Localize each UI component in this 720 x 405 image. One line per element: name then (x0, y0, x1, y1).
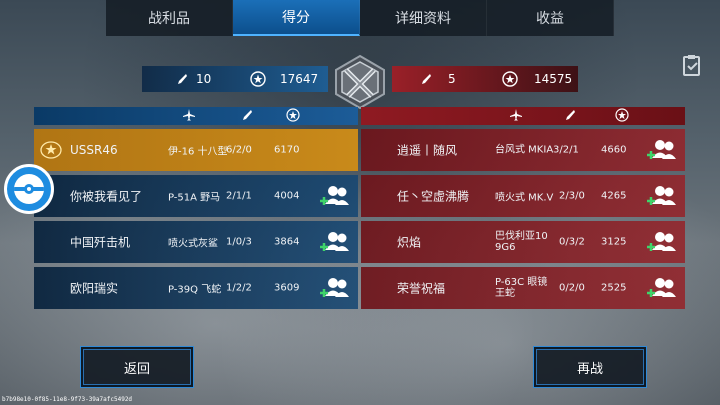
kda-icon (566, 110, 575, 120)
blue-team-summary: 10 17647 (142, 66, 328, 92)
plane-name: P-51A 野马 (168, 192, 221, 204)
rematch-button[interactable]: 再战 (533, 346, 647, 388)
player-avatar[interactable] (4, 164, 54, 214)
player-score: 4004 (274, 190, 300, 202)
red-team-panel: 逍遥丨随风 台风式 MKIA 3/2/1 4660 任丶空虚沸腾 喷火式 MK.… (361, 107, 685, 309)
pokeball-icon (14, 174, 44, 204)
blue-player-row[interactable]: 欧阳瑞实 P-39Q 飞蛇 1/2/2 3609 (34, 267, 358, 309)
red-kills: 5 (448, 72, 456, 86)
player-score: 4265 (601, 190, 627, 202)
result-tabs: 战利品 得分 详细资料 收益 (106, 0, 614, 36)
score-star-icon (286, 108, 300, 122)
player-name: 你被我看见了 (70, 189, 143, 204)
kills-icon (422, 74, 431, 84)
red-player-row[interactable]: 炽焰 巴伐利亚10 9G6 0/3/2 3125 (361, 221, 685, 263)
kda-value: 2/1/1 (226, 190, 252, 202)
player-name: USSR46 (70, 143, 118, 157)
tab-details[interactable]: 详细资料 (360, 0, 487, 36)
kda-value: 1/0/3 (226, 236, 252, 248)
blue-player-row[interactable]: 中国歼击机 喷火式灰鲨 1/0/3 3864 (34, 221, 358, 263)
add-friend-icon[interactable] (320, 276, 350, 300)
tab-loot[interactable]: 战利品 (106, 0, 233, 36)
blue-total-score: 17647 (280, 72, 319, 86)
crossed-swords-emblem-icon (335, 54, 385, 110)
plane-name: 台风式 MKIA (495, 144, 554, 156)
player-name: 荣誉祝福 (397, 281, 446, 296)
add-friend-icon[interactable] (320, 184, 350, 208)
player-score: 3125 (601, 236, 627, 248)
player-name: 欧阳瑞实 (70, 281, 119, 296)
kda-value: 0/3/2 (559, 236, 585, 248)
kda-value: 1/2/2 (226, 282, 252, 294)
score-star-icon (615, 108, 629, 122)
player-name: 炽焰 (397, 235, 422, 250)
plane-icon (183, 109, 195, 121)
kda-value: 3/2/1 (553, 144, 579, 156)
plane-name: 喷火式 MK.V (495, 192, 554, 204)
clipboard-icon[interactable] (682, 54, 702, 76)
kills-icon (178, 74, 187, 84)
session-id: b7b98e10-0f85-11e8-9f73-39a7afc5492d (2, 396, 133, 403)
plane-name: P-63C 眼镜 王蛇 (495, 277, 548, 299)
kda-value: 6/2/0 (226, 144, 252, 156)
player-name: 任丶空虚沸腾 (397, 189, 470, 204)
player-score: 2525 (601, 282, 627, 294)
blue-team-panel: USSR46 伊-16 十八型 6/2/0 6170 你被我看见了 P-51A … (34, 107, 358, 309)
player-score: 4660 (601, 144, 627, 156)
plane-name: 喷火式灰鲨 (168, 238, 218, 250)
score-star-icon (502, 71, 518, 87)
add-friend-icon[interactable] (647, 184, 677, 208)
tab-earnings[interactable]: 收益 (487, 0, 614, 36)
player-name: 逍遥丨随风 (397, 143, 458, 158)
red-player-row[interactable]: 荣誉祝福 P-63C 眼镜 王蛇 0/2/0 2525 (361, 267, 685, 309)
red-player-row[interactable]: 逍遥丨随风 台风式 MKIA 3/2/1 4660 (361, 129, 685, 171)
plane-icon (510, 109, 522, 121)
player-name: 中国歼击机 (70, 235, 131, 250)
blue-player-row[interactable]: USSR46 伊-16 十八型 6/2/0 6170 (34, 129, 358, 171)
red-total-score: 14575 (534, 72, 573, 86)
player-score: 3864 (274, 236, 300, 248)
score-star-icon (250, 71, 266, 87)
red-player-row[interactable]: 任丶空虚沸腾 喷火式 MK.V 2/3/0 4265 (361, 175, 685, 217)
blue-kills: 10 (196, 72, 212, 86)
red-team-header (361, 107, 685, 125)
add-friend-icon[interactable] (647, 138, 677, 162)
blue-team-header (34, 107, 358, 125)
blue-player-row[interactable]: 你被我看见了 P-51A 野马 2/1/1 4004 (34, 175, 358, 217)
player-score: 3609 (274, 282, 300, 294)
add-friend-icon[interactable] (647, 276, 677, 300)
red-team-summary: 5 14575 (392, 66, 578, 92)
plane-name: 伊-16 十八型 (168, 146, 228, 158)
plane-name: P-39Q 飞蛇 (168, 284, 222, 296)
add-friend-icon[interactable] (647, 230, 677, 254)
kda-value: 0/2/0 (559, 282, 585, 294)
back-button[interactable]: 返回 (80, 346, 194, 388)
plane-name: 巴伐利亚10 9G6 (495, 231, 548, 253)
kda-value: 2/3/0 (559, 190, 585, 202)
ussr-badge-icon (40, 141, 62, 159)
tab-score[interactable]: 得分 (233, 0, 360, 36)
add-friend-icon[interactable] (320, 230, 350, 254)
kda-icon (243, 110, 252, 120)
player-score: 6170 (274, 144, 300, 156)
